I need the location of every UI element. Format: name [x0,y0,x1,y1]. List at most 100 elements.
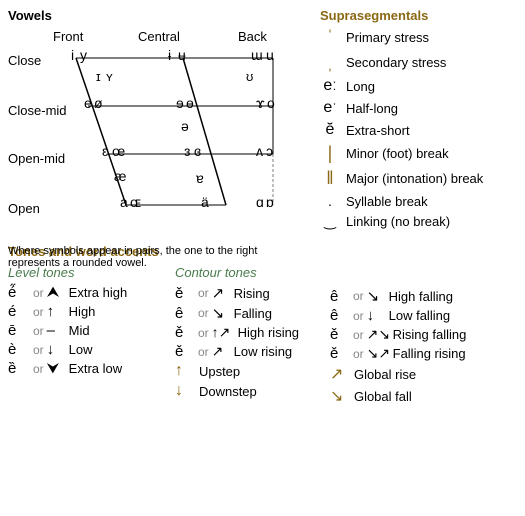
svg-text:ʏ: ʏ [106,69,113,84]
svg-text:ɔ: ɔ [266,143,273,159]
downstep-desc: Downstep [199,384,257,399]
tone-row-high: é or ↑ High [8,303,165,320]
svg-text:ø: ø [94,95,103,111]
low-char: è [8,341,30,358]
supraseg-row-minor: | Minor (foot) break [320,143,525,164]
svg-text:ɵ: ɵ [186,95,194,111]
rising-falling-arrow: ↗↘ [367,326,389,343]
svg-text:ä: ä [201,194,209,210]
supraseg-row-syllable: . Syllable break [320,193,525,209]
or-label-4: or [33,343,44,357]
global-rise-arrow: ↗ [330,364,350,384]
svg-text:æ: æ [114,168,126,184]
svg-text:ɤ: ɤ [256,95,265,111]
supraseg-row-major: ‖ Major (intonation) break [320,168,525,189]
or-d4: or [353,347,364,361]
contour-row-upstep: ↑ Upstep [175,362,330,380]
tone-row-low: è or ↓ Low [8,341,165,358]
extra-high-diacritic: ⮝ [47,284,65,301]
row-open: Open [8,201,40,216]
supraseg-row-extrashort: ĕ Extra-short [320,121,525,139]
upstep-desc: Upstep [199,364,240,379]
svg-text:e: e [84,95,92,111]
rising-char: ě [175,285,195,302]
falling-rising-arrow: ↘↗ [367,345,389,362]
rising-falling-char: ě [330,326,350,343]
halflong-label: Half-long [346,101,398,116]
supraseg-title: Suprasegmentals [320,8,525,23]
high-falling-arrow: ↘ [367,287,385,305]
svg-text:ɐ: ɐ [196,170,204,186]
or-label: or [33,286,44,300]
upstep-arrow: ↑ [175,362,195,380]
linking-symbol: ‿ [320,213,340,230]
svg-text:ɪ: ɪ [96,69,101,84]
tone-row-extra-high: é̋ or ⮝ Extra high [8,284,165,301]
high-falling-char: ê [330,288,350,305]
svg-text:a: a [120,194,128,210]
vowels-title: Vowels [8,8,318,23]
syllable-break-label: Syllable break [346,194,428,209]
mid-diacritic: – [47,322,65,339]
downstep-arrow: ↓ [175,382,195,400]
extra-high-desc: Extra high [69,285,128,300]
low-rising-desc: Low rising [234,344,293,359]
contour-row-rising-falling: ě or ↗↘ Rising falling [330,326,500,343]
svg-text:ɜ: ɜ [184,143,190,159]
extra-low-char: ȅ [8,360,30,377]
svg-text:ɶ: ɶ [130,194,141,210]
low-falling-arrow: ↓ [367,307,385,324]
or-d3: or [353,328,364,342]
contour-row-downstep: ↓ Downstep [175,382,330,400]
major-break-symbol: ‖ [320,168,340,189]
supraseg-row-linking: ‿ Linking (no break) [320,213,525,230]
col-back: Back [238,29,267,44]
svg-text:ʊ: ʊ [246,69,253,84]
col-front: Front [53,29,84,44]
falling-rising-desc: Falling rising [393,346,466,361]
global-fall-arrow: ↘ [330,386,350,406]
svg-text:ʌ: ʌ [256,143,263,159]
low-falling-desc: Low falling [389,308,450,323]
level-tones-column: Level tones é̋ or ⮝ Extra high é or ↑ Hi… [8,265,165,379]
minor-break-label: Minor (foot) break [346,146,449,161]
high-char: é [8,303,30,320]
contour-row-global-rise: ↗ Global rise [330,364,500,384]
high-desc: High [69,304,96,319]
extra-low-desc: Extra low [69,361,122,376]
or-label-2: or [33,305,44,319]
svg-text:ɞ: ɞ [194,143,201,159]
svg-text:ɛ: ɛ [102,143,109,159]
svg-text:o: o [267,95,275,111]
svg-text:ə: ə [181,118,189,134]
or-c1: or [198,286,209,300]
contour-row-high-rising: ě or ↑↗ High rising [175,324,330,341]
secondary-stress-label: Secondary stress [346,55,446,70]
low-rising-arrow: ↗ [212,343,230,360]
svg-text:œ: œ [112,143,125,159]
falling-char: ê [175,305,195,322]
syllable-break-symbol: . [320,193,340,209]
contour-row-low-rising: ě or ↗ Low rising [175,343,330,360]
vowel-chart: Front Central Back Close Close-mid Open-… [8,23,308,243]
svg-text:ɨ: ɨ [168,47,171,63]
or-d1: or [353,289,364,303]
low-desc: Low [69,342,93,357]
contour-row-rising: ě or ↗ Rising [175,284,330,302]
high-diacritic: ↑ [47,303,65,320]
long-symbol: eː [320,77,340,95]
vowels-note: Where symbols appear in pairs, the one t… [8,245,303,269]
high-rising-desc: High rising [238,325,299,340]
mid-desc: Mid [69,323,90,338]
svg-text:ɑ: ɑ [256,194,264,210]
contour-col1: Contour tones ě or ↗ Rising ê or ↘ Falli… [175,265,330,408]
tone-row-extra-low: ȅ or ⮟ Extra low [8,360,165,377]
or-label-5: or [33,362,44,376]
high-rising-char: ě [175,324,195,341]
primary-stress-label: Primary stress [346,30,429,45]
major-break-label: Major (intonation) break [346,171,483,186]
supraseg-row-primary: ˈ Primary stress [320,27,525,48]
minor-break-symbol: | [320,143,340,164]
high-falling-desc: High falling [389,289,453,304]
col-central: Central [138,29,180,44]
